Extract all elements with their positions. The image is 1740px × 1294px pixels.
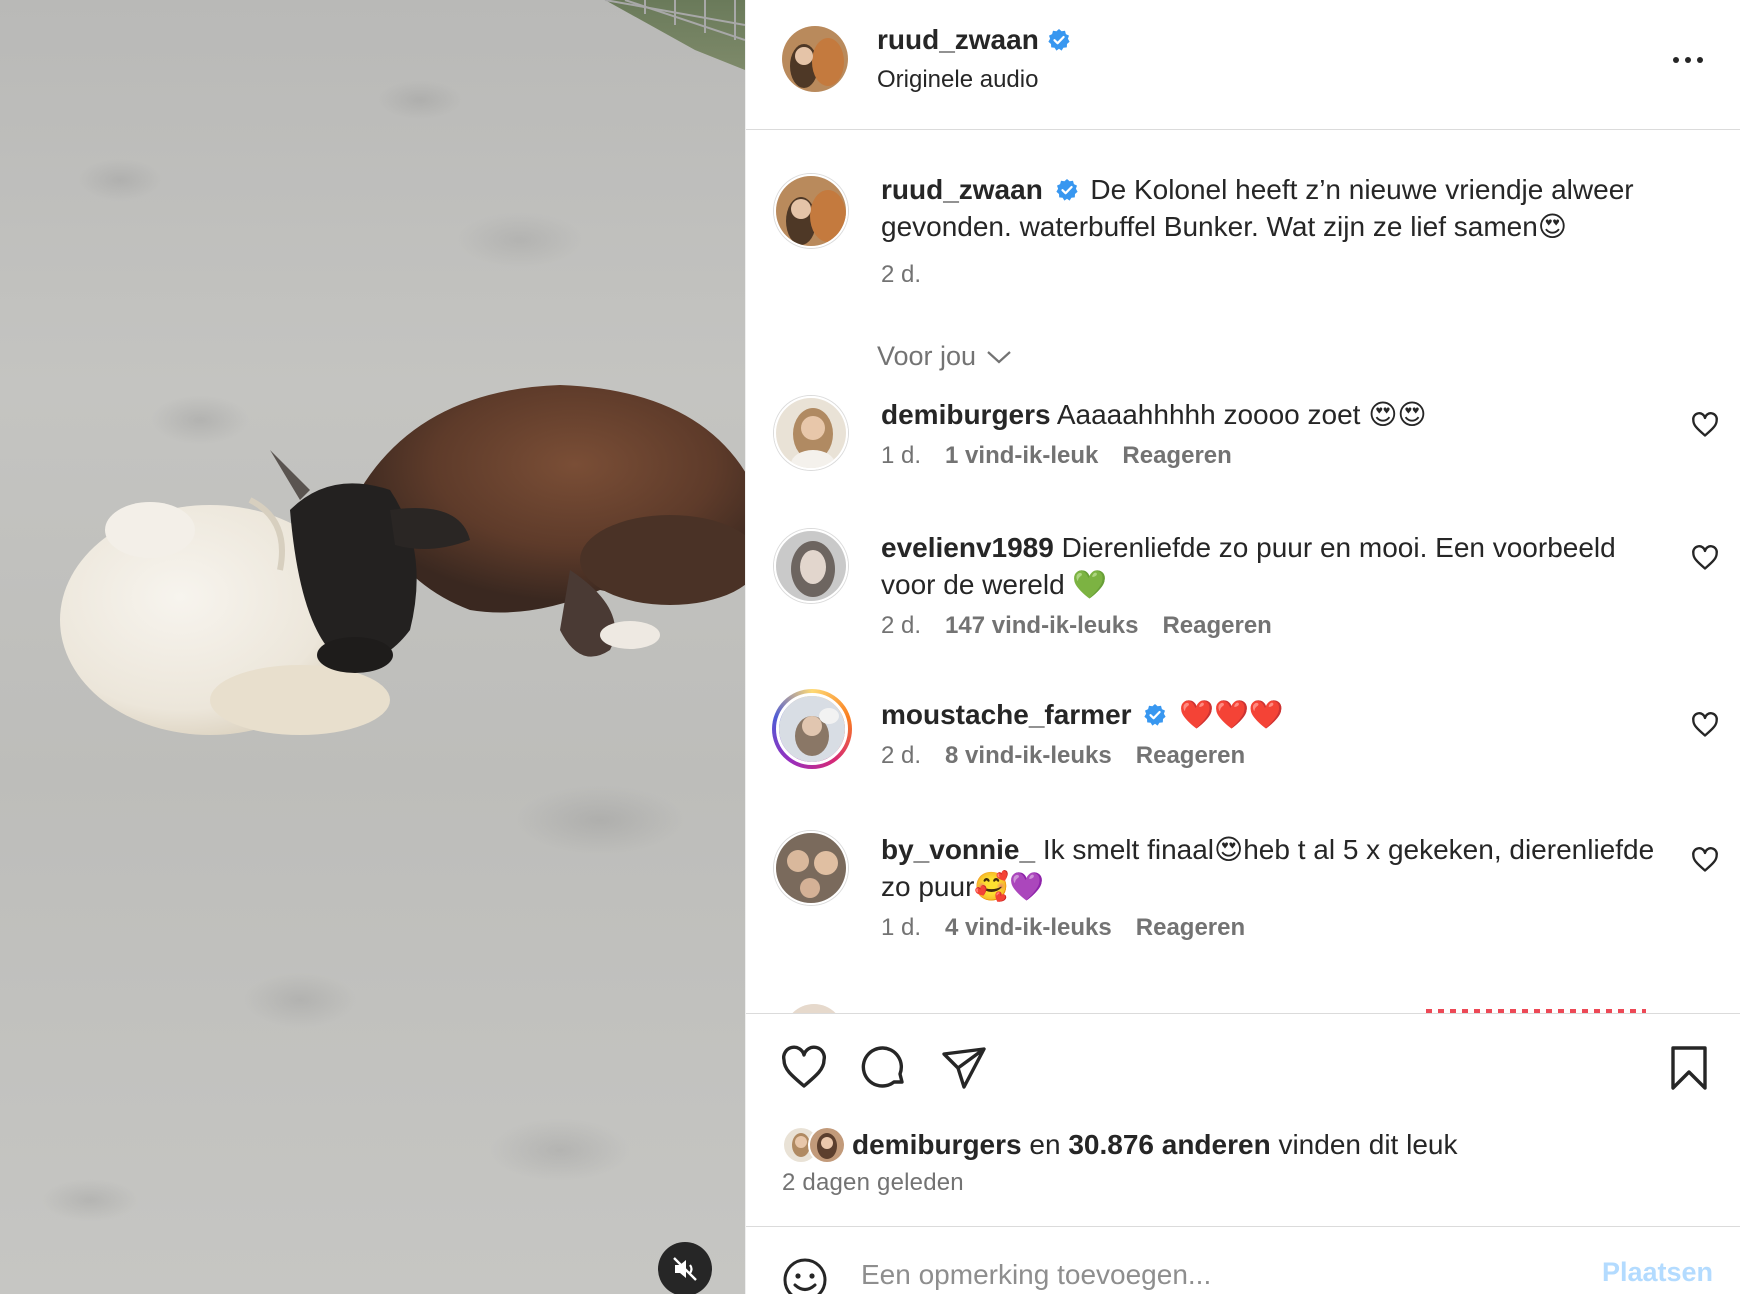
comments-scroll-area[interactable]: ruud_zwaan De Kolonel heeft z’n nieuwe v… xyxy=(746,131,1740,1013)
verified-badge-icon xyxy=(1055,178,1078,201)
add-comment-bar: Plaatsen xyxy=(746,1226,1740,1294)
heart-icon[interactable] xyxy=(1691,711,1719,739)
verified-badge-icon xyxy=(1144,703,1166,726)
commenter-avatar[interactable] xyxy=(774,831,848,905)
fence-background xyxy=(545,0,745,70)
author-avatar[interactable] xyxy=(782,26,848,92)
likes-count[interactable]: 30.876 anderen xyxy=(1068,1129,1270,1160)
reply-button[interactable]: Reageren xyxy=(1136,914,1245,942)
mute-toggle-button[interactable] xyxy=(658,1242,712,1294)
buffalo-calf-image xyxy=(270,385,745,673)
comment-likes-count[interactable]: 147 vind-ik-leuks xyxy=(945,612,1138,640)
likes-first-user[interactable]: demiburgers xyxy=(852,1129,1022,1160)
post-date[interactable]: 2 dagen geleden xyxy=(782,1169,964,1197)
caption-timestamp[interactable]: 2 d. xyxy=(881,261,921,289)
more-dot-icon xyxy=(1685,57,1691,63)
comment-body: ❤️❤️❤️ xyxy=(1179,699,1284,730)
comment-meta: 2 d. 147 vind-ik-leuks Reageren xyxy=(881,612,1272,640)
comment-username[interactable]: moustache_farmer xyxy=(881,699,1132,730)
chevron-down-icon xyxy=(987,350,1011,363)
comment-time[interactable]: 2 d. xyxy=(881,742,921,770)
comment-meta: 1 d. 4 vind-ik-leuks Reageren xyxy=(881,914,1245,942)
caption-username[interactable]: ruud_zwaan xyxy=(881,174,1043,205)
likes-connector: en xyxy=(1029,1129,1061,1160)
comment-text-block: evelienv1989 Dierenliefde zo puur en moo… xyxy=(881,529,1661,603)
heart-icon[interactable] xyxy=(1691,411,1719,439)
caption-author-avatar[interactable] xyxy=(774,174,848,248)
comment-username[interactable]: by_vonnie_ xyxy=(881,834,1035,865)
verified-badge-icon xyxy=(1048,29,1070,51)
emoji-icon[interactable] xyxy=(781,1256,829,1294)
author-username-link[interactable]: ruud_zwaan xyxy=(877,24,1071,56)
bookmark-icon[interactable] xyxy=(1665,1044,1713,1092)
heart-icon[interactable] xyxy=(780,1044,828,1092)
post-comment-button[interactable]: Plaatsen xyxy=(1602,1257,1713,1288)
comment-text-block: demiburgers Aaaaahhhhh zoooo zoet 😍😍 xyxy=(881,396,1661,433)
comment-meta: 1 d. 1 vind-ik-leuk Reageren xyxy=(881,442,1232,470)
audio-link[interactable]: Originele audio xyxy=(877,66,1038,94)
comment-likes-count[interactable]: 8 vind-ik-leuks xyxy=(945,742,1112,770)
comment-time[interactable]: 2 d. xyxy=(881,612,921,640)
comment-input[interactable] xyxy=(861,1255,1501,1294)
muted-speaker-icon xyxy=(673,1257,697,1281)
more-options-button[interactable] xyxy=(1673,50,1713,70)
reply-button[interactable]: Reageren xyxy=(1122,442,1231,470)
commenter-avatar[interactable] xyxy=(774,396,848,470)
likes-summary: demiburgers en 30.876 anderen vinden dit… xyxy=(782,1126,1457,1164)
comment-likes-count[interactable]: 1 vind-ik-leuk xyxy=(945,442,1098,470)
caption-text-block: ruud_zwaan De Kolonel heeft z’n nieuwe v… xyxy=(881,171,1661,245)
likes-suffix: vinden dit leuk xyxy=(1278,1129,1458,1160)
comment-text-block: by_vonnie_ Ik smelt finaal😍heb t al 5 x … xyxy=(881,831,1661,905)
post-side-panel: ruud_zwaan Originele audio ruud_zwaan De… xyxy=(745,0,1740,1294)
author-username: ruud_zwaan xyxy=(877,24,1039,55)
liker-avatar[interactable] xyxy=(808,1126,846,1164)
comment-time[interactable]: 1 d. xyxy=(881,442,921,470)
more-dot-icon xyxy=(1673,57,1679,63)
next-comment-avatar[interactable] xyxy=(784,1004,844,1013)
comment-username[interactable]: demiburgers xyxy=(881,399,1051,430)
likes-text: demiburgers en 30.876 anderen vinden dit… xyxy=(852,1129,1457,1161)
reply-button[interactable]: Reageren xyxy=(1162,612,1271,640)
comment-likes-count[interactable]: 4 vind-ik-leuks xyxy=(945,914,1112,942)
more-dot-icon xyxy=(1697,57,1703,63)
comments-filter-label: Voor jou xyxy=(877,341,977,371)
comments-filter-dropdown[interactable]: Voor jou xyxy=(877,341,1012,372)
post-video[interactable] xyxy=(0,0,745,1294)
comment-meta: 2 d. 8 vind-ik-leuks Reageren xyxy=(881,742,1245,770)
commenter-avatar-with-story[interactable] xyxy=(772,689,852,769)
comment-icon[interactable] xyxy=(860,1044,908,1092)
post-actions-section: demiburgers en 30.876 anderen vinden dit… xyxy=(746,1013,1740,1233)
heart-icon[interactable] xyxy=(1691,846,1719,874)
comment-body: Aaaaahhhhh zoooo zoet 😍😍 xyxy=(1056,399,1427,430)
share-icon[interactable] xyxy=(940,1044,988,1092)
comment-time[interactable]: 1 d. xyxy=(881,914,921,942)
reply-button[interactable]: Reageren xyxy=(1136,742,1245,770)
comment-username[interactable]: evelienv1989 xyxy=(881,532,1054,563)
comment-text-block: moustache_farmer ❤️❤️❤️ xyxy=(881,696,1661,733)
heart-icon[interactable] xyxy=(1691,544,1719,572)
commenter-avatar[interactable] xyxy=(774,529,848,603)
post-header: ruud_zwaan Originele audio xyxy=(746,0,1740,130)
